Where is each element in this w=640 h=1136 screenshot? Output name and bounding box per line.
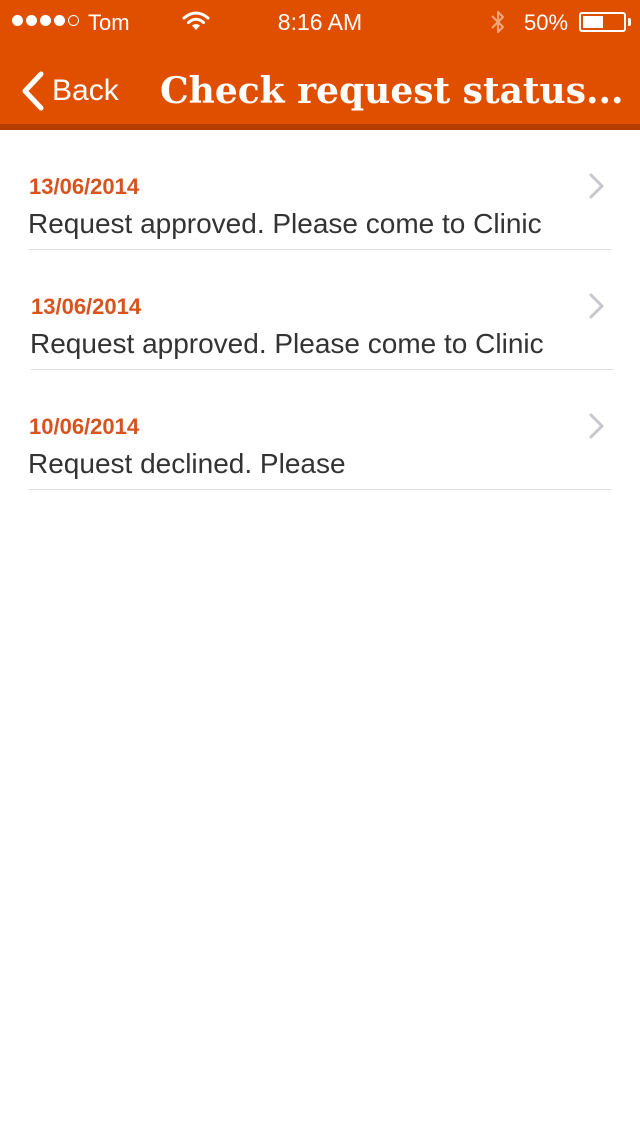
battery-level-fill (583, 16, 603, 28)
back-button-label: Back (52, 74, 119, 107)
back-button[interactable]: Back (20, 66, 119, 116)
chevron-right-icon (589, 293, 604, 319)
request-date: 13/06/2014 (31, 294, 142, 319)
battery-percentage: 50% (524, 10, 569, 35)
request-date: 13/06/2014 (29, 174, 140, 199)
page-title: Check request status... (160, 70, 624, 112)
request-message: Request declined. Please (28, 448, 346, 479)
request-row[interactable]: 10/06/2014 Request declined. Please (0, 370, 640, 490)
back-chevron-icon (22, 71, 44, 111)
battery-tip (628, 18, 631, 26)
request-date: 10/06/2014 (29, 414, 140, 439)
chevron-right-icon (589, 173, 604, 199)
status-bar: Tom 8:16 AM 50% (0, 0, 640, 42)
request-message: Request approved. Please come to Clinic (30, 328, 544, 359)
bluetooth-icon (491, 11, 504, 33)
request-message: Request approved. Please come to Clinic (28, 208, 542, 239)
battery-icon (579, 12, 626, 32)
row-divider (29, 489, 611, 490)
request-row[interactable]: 13/06/2014 Request approved. Please come… (0, 130, 640, 250)
request-row[interactable]: 13/06/2014 Request approved. Please come… (0, 250, 640, 370)
request-list: 13/06/2014 Request approved. Please come… (0, 130, 640, 490)
chevron-right-icon (589, 413, 604, 439)
